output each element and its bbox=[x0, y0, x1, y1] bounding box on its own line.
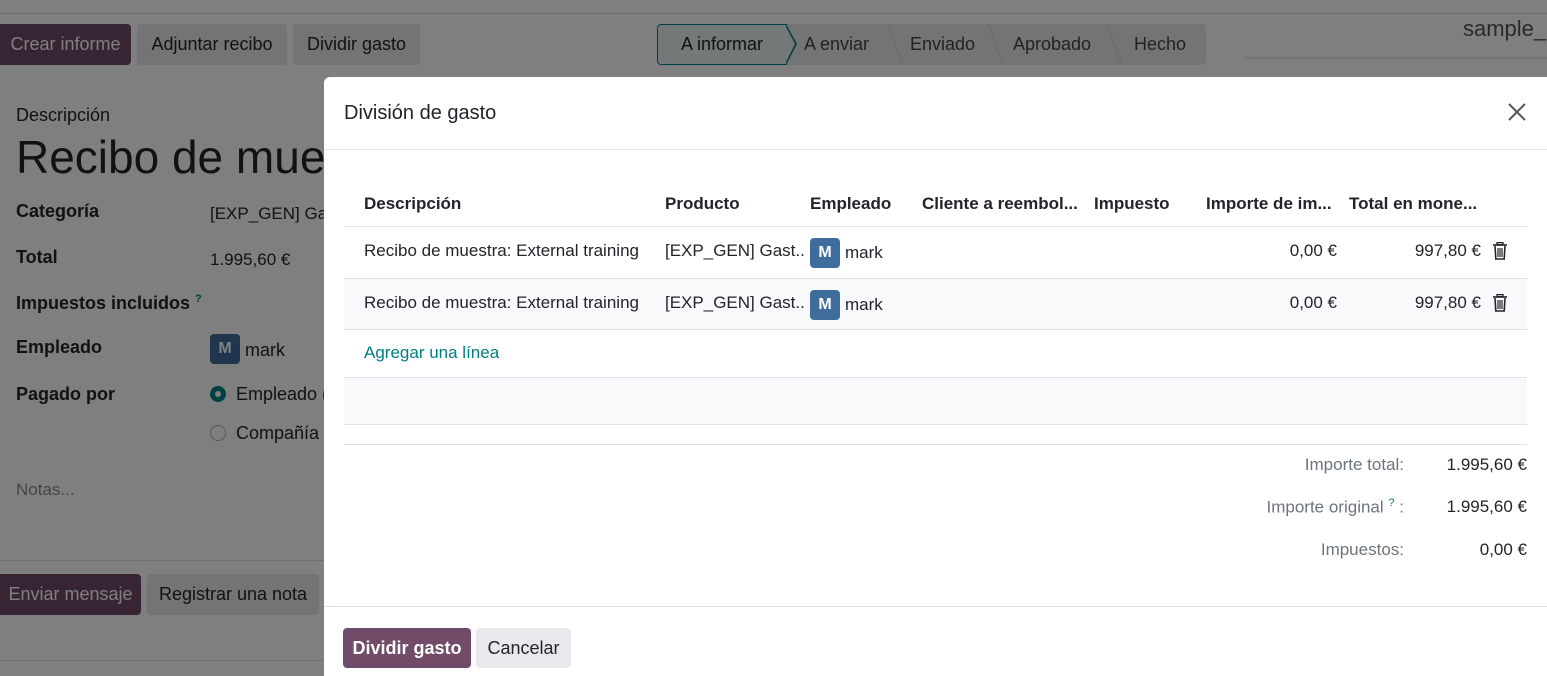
row-tax-amount[interactable]: 0,00 € bbox=[1206, 241, 1337, 261]
split-expense-dialog: División de gasto Descripción Producto E… bbox=[324, 77, 1547, 676]
avatar: M bbox=[810, 290, 840, 320]
trash-icon[interactable] bbox=[1492, 242, 1508, 260]
total-amount-value: 1.995,60 € bbox=[1446, 455, 1527, 474]
column-customer[interactable]: Cliente a reembol... bbox=[922, 194, 1082, 214]
row-description[interactable]: Recibo de muestra: External training bbox=[364, 293, 654, 313]
original-amount-colon: : bbox=[1399, 497, 1404, 517]
avatar: M bbox=[810, 238, 840, 268]
close-icon[interactable] bbox=[1504, 99, 1530, 125]
trash-icon[interactable] bbox=[1492, 294, 1508, 312]
column-total[interactable]: Total en mone... bbox=[1349, 194, 1494, 214]
row-tax-amount[interactable]: 0,00 € bbox=[1206, 293, 1337, 313]
column-tax-amount[interactable]: Importe de im... bbox=[1206, 194, 1341, 214]
column-description[interactable]: Descripción bbox=[364, 194, 654, 214]
dialog-header-divider bbox=[324, 149, 1547, 150]
row-divider bbox=[344, 329, 1527, 330]
empty-row bbox=[344, 378, 1527, 424]
total-amount-label: Importe total: bbox=[1304, 455, 1404, 474]
help-tooltip-icon[interactable]: ? bbox=[1388, 497, 1394, 509]
cancel-button[interactable]: Cancelar bbox=[476, 628, 571, 668]
row-description[interactable]: Recibo de muestra: External training bbox=[364, 241, 654, 261]
dialog-title: División de gasto bbox=[344, 102, 497, 124]
original-amount-text: Importe original bbox=[1266, 497, 1384, 517]
row-product[interactable]: [EXP_GEN] Gast... bbox=[665, 241, 805, 261]
add-line-link[interactable]: Agregar una línea bbox=[364, 343, 499, 363]
table-footer-divider bbox=[344, 444, 1527, 445]
row-divider bbox=[344, 424, 1527, 425]
row-product[interactable]: [EXP_GEN] Gast... bbox=[665, 293, 805, 313]
column-tax[interactable]: Impuesto bbox=[1094, 194, 1194, 214]
original-amount-value: 1.995,60 € bbox=[1446, 497, 1527, 516]
row-total[interactable]: 997,80 € bbox=[1349, 293, 1481, 313]
dialog-footer-divider bbox=[324, 606, 1547, 607]
split-expense-button[interactable]: Dividir gasto bbox=[343, 628, 471, 668]
column-product[interactable]: Producto bbox=[665, 194, 795, 214]
column-employee[interactable]: Empleado bbox=[810, 194, 910, 214]
row-employee[interactable]: mark bbox=[845, 295, 905, 315]
taxes-label: Impuestos: bbox=[1320, 540, 1404, 559]
taxes-value: 0,00 € bbox=[1479, 540, 1527, 559]
row-employee[interactable]: mark bbox=[845, 243, 905, 263]
original-amount-label: Importe original ? : bbox=[1204, 497, 1405, 518]
row-total[interactable]: 997,80 € bbox=[1349, 241, 1481, 261]
